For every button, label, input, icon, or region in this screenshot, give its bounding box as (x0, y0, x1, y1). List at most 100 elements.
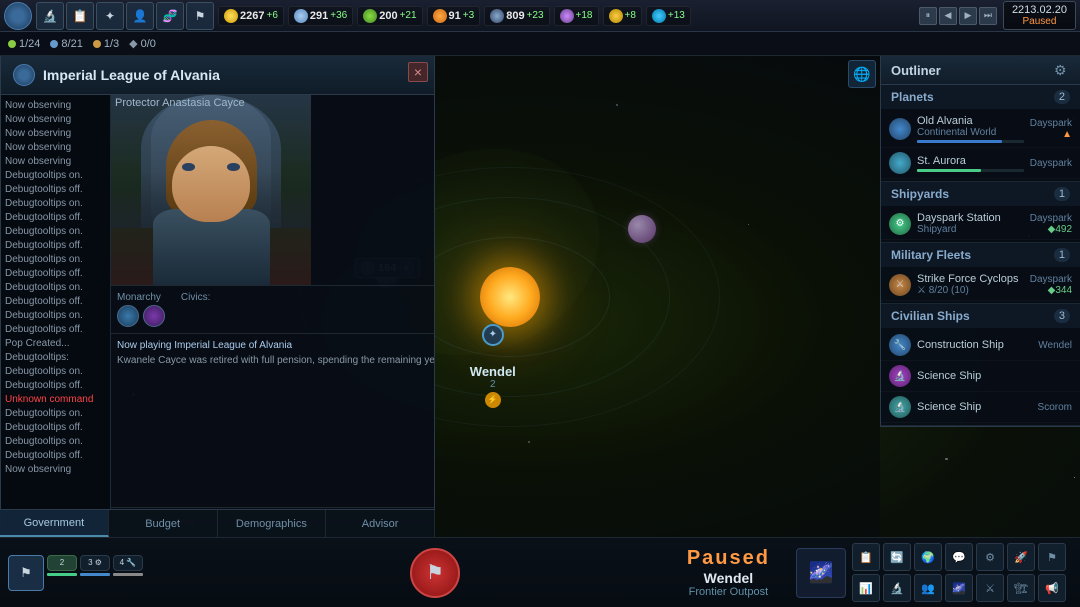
dayspark-station-stat: ◆492 (1030, 224, 1072, 235)
outliner-env-button[interactable]: 🌐 (848, 60, 876, 88)
shipyards-section-header[interactable]: Shipyards 1 (881, 182, 1080, 206)
shipyards-section: Shipyards 1 ⚙ Dayspark Station Shipyard … (881, 182, 1080, 243)
wendel-system[interactable]: ✦ (482, 324, 504, 346)
br-icon-7[interactable]: ⚑ (1038, 543, 1066, 571)
outliner-settings-icon[interactable]: ⚙ (1054, 62, 1070, 78)
old-alvania-type: Continental World (917, 127, 1024, 138)
planet-1[interactable] (628, 215, 656, 243)
alloys-resource: 809 +23 (484, 6, 549, 26)
br-icon-3[interactable]: 🌍 (914, 543, 942, 571)
top-icon-group: 🔬 📋 ✦ 👤 🧬 ⚑ (36, 2, 214, 30)
top-right-controls: ⏸ ◀ ▶ ⏭ 2213.02.20 Paused (919, 1, 1076, 30)
government-info: Monarchy Civics: (111, 285, 434, 333)
unit-icon-2[interactable]: 2 (47, 555, 77, 571)
traditions-icon-btn[interactable]: ✦ (96, 2, 124, 30)
planets-count: 2 (1054, 90, 1070, 104)
cyclops-icon: ⚔ (889, 274, 911, 296)
console-log: Now observing Now observing Now observin… (1, 95, 111, 536)
br-icon-11[interactable]: 🌌 (945, 574, 973, 602)
empire-flag-icon[interactable] (4, 2, 32, 30)
shipyards-section-title: Shipyards (891, 187, 949, 201)
paused-label: Paused (687, 547, 770, 570)
empire-icon-btn[interactable]: ⚑ (8, 555, 44, 591)
cyclops-stat: ◆344 (1030, 285, 1072, 296)
log-line: Now observing (5, 113, 106, 127)
top-resource-bar: 🔬 📋 ✦ 👤 🧬 ⚑ 2267 +6 291 +36 200 +21 91 +… (0, 0, 1080, 32)
planets-section-header[interactable]: Planets 2 (881, 85, 1080, 109)
br-icon-6[interactable]: 🚀 (1007, 543, 1035, 571)
tab-advisor[interactable]: Advisor (326, 510, 435, 537)
br-icon-14[interactable]: 📢 (1038, 574, 1066, 602)
science-ship-2-info: Science Ship (917, 401, 1032, 413)
consumer-icon (433, 9, 447, 23)
construction-ship-info: Construction Ship (917, 339, 1032, 351)
civic-icon-1[interactable] (117, 305, 139, 327)
br-icon-12[interactable]: ⚔ (976, 574, 1004, 602)
game-date: 2213.02.20 (1012, 4, 1067, 16)
prev-speed-button[interactable]: ◀ (939, 7, 957, 25)
consumer-resource: 91 +3 (427, 6, 481, 26)
construction-ship-loc: Wendel (1038, 340, 1072, 351)
ship-item-science-1[interactable]: 🔬 Science Ship (881, 361, 1080, 392)
unit-bar-2 (80, 573, 110, 576)
military-fleets-section: Military Fleets 1 ⚔ Strike Force Cyclops… (881, 243, 1080, 304)
br-icon-10[interactable]: 👥 (914, 574, 942, 602)
species-icon-btn[interactable]: 🧬 (156, 2, 184, 30)
playing-notification: Now playing Imperial League of Alvania (117, 340, 434, 351)
br-icon-8[interactable]: 📊 (852, 574, 880, 602)
log-line: Debugtooltips: (5, 351, 106, 365)
br-icon-4[interactable]: 💬 (945, 543, 973, 571)
br-icon-13[interactable]: 🏗 (1007, 574, 1035, 602)
br-icon-1[interactable]: 📋 (852, 543, 880, 571)
science-ship-1-icon: 🔬 (889, 365, 911, 387)
federation-icon-btn[interactable]: ⚑ (186, 2, 214, 30)
log-line: Debugtooltips on. (5, 169, 106, 183)
log-line: Debugtooltips on. (5, 435, 106, 449)
army-display: 1/3 (93, 38, 119, 50)
log-line: Now observing (5, 99, 106, 113)
log-line: Debugtooltips off. (5, 183, 106, 197)
civic-icon-2[interactable] (143, 305, 165, 327)
tab-demographics[interactable]: Demographics (218, 510, 327, 537)
alloys-value: 809 (506, 10, 524, 22)
tab-budget[interactable]: Budget (109, 510, 218, 537)
shipyard-item-dayspark[interactable]: ⚙ Dayspark Station Shipyard Dayspark ◆49… (881, 208, 1080, 240)
portrait-eye-right (227, 163, 240, 172)
tab-government[interactable]: Government (0, 510, 109, 537)
leaders-icon-btn[interactable]: 👤 (126, 2, 154, 30)
next-speed-button[interactable]: ▶ (959, 7, 977, 25)
pause-button[interactable]: ⏸ (919, 7, 937, 25)
pop-display: 1/24 (8, 38, 40, 50)
fast-forward-button[interactable]: ⏭ (979, 7, 997, 25)
br-icon-9[interactable]: 🔬 (883, 574, 911, 602)
unit-icon-4[interactable]: 4 🔧 (113, 555, 143, 571)
unit-icon-3[interactable]: 3 ⚙ (80, 555, 110, 571)
close-button[interactable]: × (408, 62, 428, 82)
planet-item-old-alvania[interactable]: Old Alvania Continental World Dayspark ▲ (881, 111, 1080, 148)
influence-income: +18 (576, 10, 593, 21)
portrait-face-area (146, 115, 276, 285)
empire-badge[interactable]: ⚑ (410, 548, 460, 598)
unit-bar (47, 573, 77, 576)
bottom-right-icons: 📋 🔄 🌍 💬 ⚙ 🚀 ⚑ 📊 🔬 👥 🌌 ⚔ 🏗 📢 (852, 543, 1072, 602)
civilian-ships-section-header[interactable]: Civilian Ships 3 (881, 304, 1080, 328)
tech-icon-btn[interactable]: 🔬 (36, 2, 64, 30)
fleet-item-cyclops[interactable]: ⚔ Strike Force Cyclops ⚔ 8/20 (10) Daysp… (881, 269, 1080, 301)
ship-item-science-2[interactable]: 🔬 Science Ship Scorom (881, 392, 1080, 423)
pop-value: 1/24 (19, 38, 40, 50)
dayspark-station-info: Dayspark Station Shipyard (917, 212, 1024, 235)
galaxy-map-button[interactable]: 🌌 (796, 548, 846, 598)
policy-icon-btn[interactable]: 📋 (66, 2, 94, 30)
dayspark-station-loc: Dayspark (1030, 213, 1072, 224)
br-icon-5[interactable]: ⚙ (976, 543, 1004, 571)
ship-item-construction[interactable]: 🔧 Construction Ship Wendel (881, 330, 1080, 361)
log-line: Pop Created... (5, 337, 106, 351)
old-alvania-name: Old Alvania (917, 115, 1024, 127)
log-line: Now observing (5, 127, 106, 141)
log-line: Debugtooltips on. (5, 309, 106, 323)
planet-item-st-aurora[interactable]: St. Aurora Dayspark (881, 148, 1080, 179)
br-icon-2[interactable]: 🔄 (883, 543, 911, 571)
science-ship-2-name: Science Ship (917, 401, 1032, 413)
military-fleets-title: Military Fleets (891, 248, 971, 262)
military-fleets-section-header[interactable]: Military Fleets 1 (881, 243, 1080, 267)
